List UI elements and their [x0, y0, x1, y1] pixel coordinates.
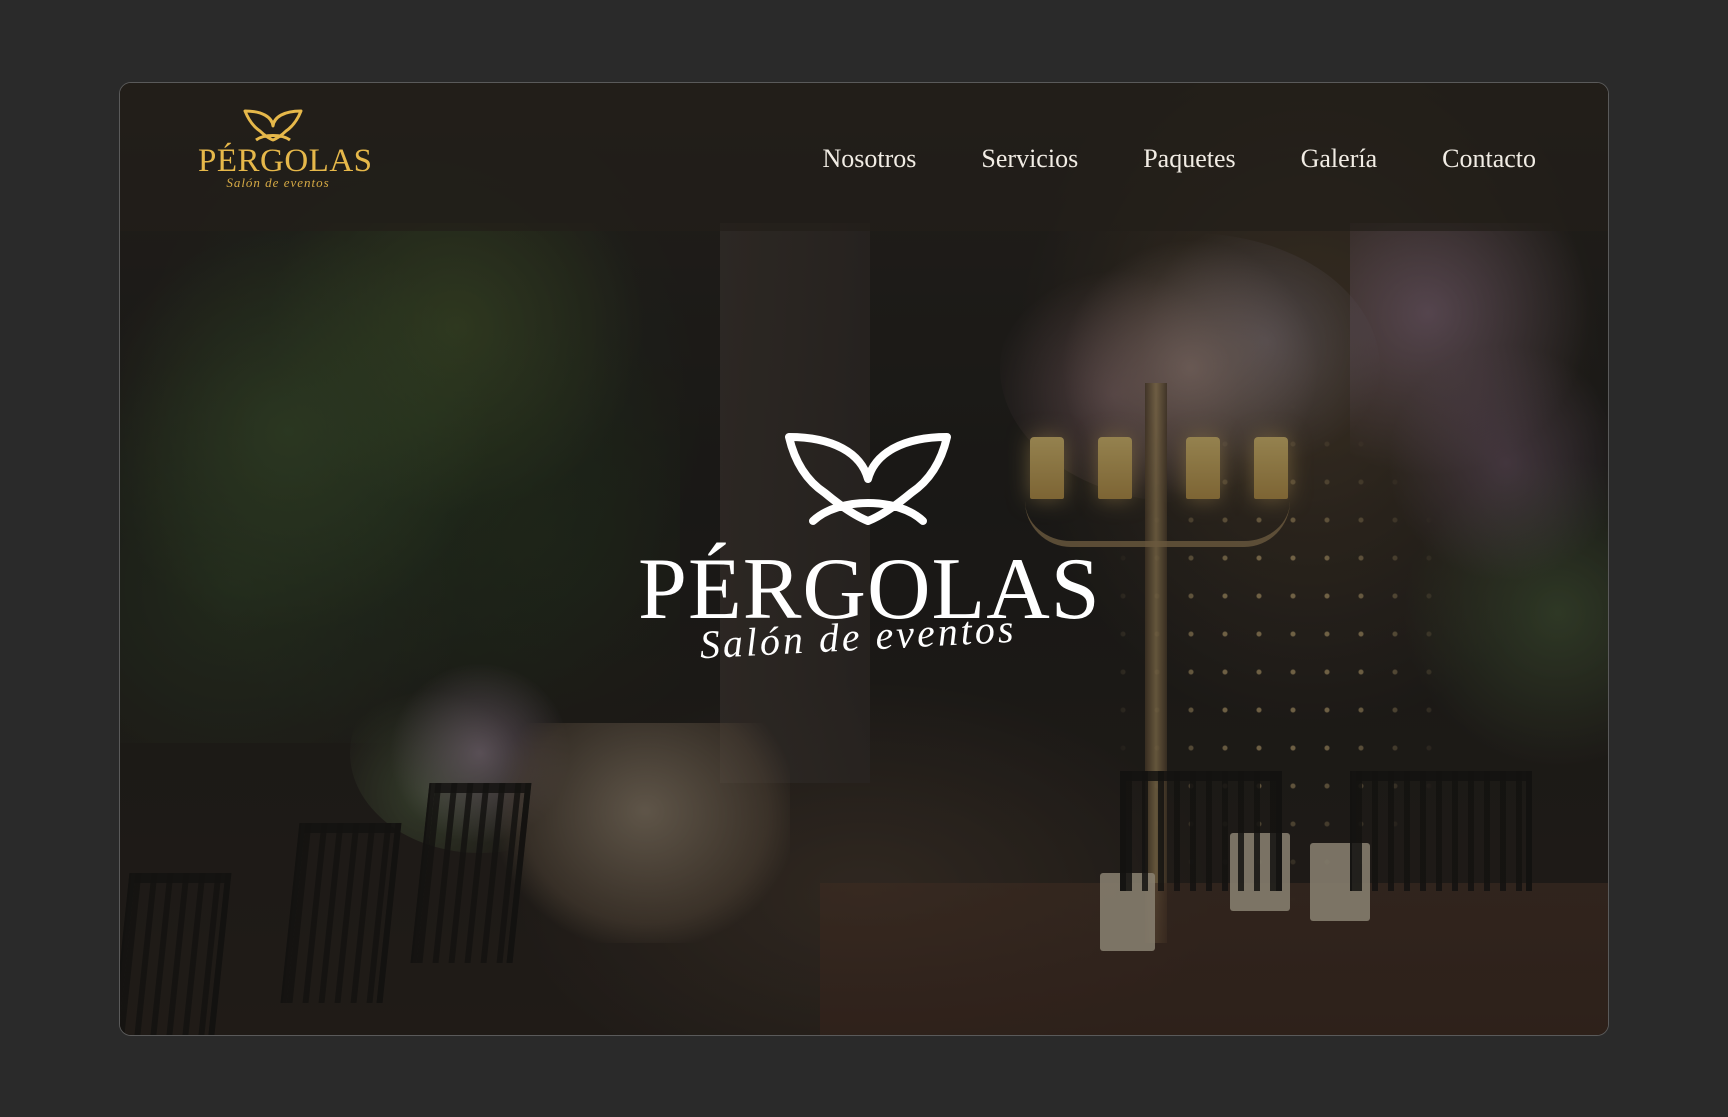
nav-contacto[interactable]: Contacto [1442, 133, 1536, 185]
butterfly-icon [783, 433, 953, 534]
nav-paquetes[interactable]: Paquetes [1143, 133, 1235, 185]
nav-servicios[interactable]: Servicios [981, 133, 1078, 185]
nav-galeria[interactable]: Galería [1301, 133, 1378, 185]
nav-nosotros[interactable]: Nosotros [823, 133, 917, 185]
hero-logo: PÉRGOLAS Salón de eventos [638, 433, 1100, 667]
browser-viewport: PÉRGOLAS Salón de eventos Nosotros Servi… [119, 82, 1609, 1036]
main-nav: Nosotros Servicios Paquetes Galería Cont… [758, 133, 1536, 185]
header-logo-link[interactable]: PÉRGOLAS Salón de eventos [198, 109, 372, 199]
site-header: PÉRGOLAS Salón de eventos Nosotros Servi… [120, 83, 1608, 231]
header-logo-tagline: Salón de eventos [226, 175, 330, 190]
